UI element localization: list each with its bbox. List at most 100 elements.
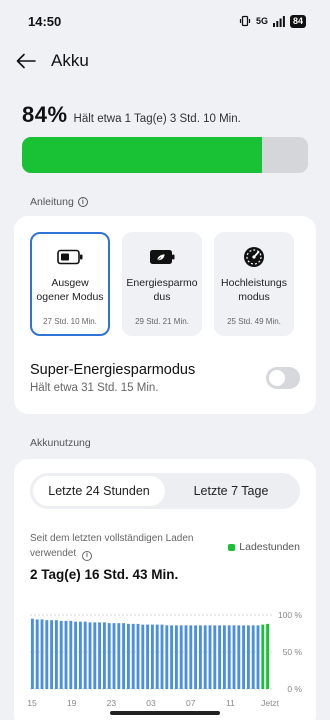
usage-bar (208, 625, 212, 689)
super-saver-row[interactable]: Super-Energiesparmodus Hält etwa 31 Std.… (14, 336, 316, 394)
info-icon: i (77, 197, 88, 207)
back-button[interactable] (14, 49, 38, 73)
mode-name: Ausgew ogener Modus (36, 277, 104, 303)
usage-bar (141, 624, 145, 689)
usage-bar (227, 625, 231, 689)
usage-bar (64, 620, 68, 689)
mode-balanced[interactable]: Ausgew ogener Modus 27 Std. 10 Min. (30, 232, 110, 336)
usage-bar (203, 625, 207, 689)
toggle-knob (269, 370, 285, 386)
usage-bar (170, 625, 174, 689)
home-indicator[interactable] (110, 711, 220, 715)
vibrate-icon (239, 15, 251, 27)
usage-bar (218, 625, 222, 689)
usage-range-tabs: Letzte 24 Stunden Letzte 7 Tage (30, 473, 300, 509)
usage-bar (246, 625, 250, 689)
usage-bar (155, 624, 159, 689)
usage-chart: 100 % 50 % 0 % 15 19 23 03 07 11 Jetzt (14, 605, 316, 709)
usage-bar (232, 625, 236, 689)
usage-bar (126, 623, 130, 689)
guide-label-text: Anleitung (30, 196, 74, 208)
legend-label: Ladestunden (239, 541, 300, 553)
speedometer-icon (243, 246, 265, 268)
usage-bar (189, 625, 193, 689)
app-header: Akku (0, 42, 330, 80)
super-saver-toggle[interactable] (266, 367, 300, 389)
usage-bar (112, 623, 116, 689)
usage-bar (146, 624, 150, 689)
battery-usage-card: Letzte 24 Stunden Letzte 7 Tage Seit dem… (14, 459, 316, 720)
y-tick-label: 50 % (283, 647, 303, 657)
usage-bar (50, 620, 54, 689)
signal-icon (272, 15, 285, 27)
info-icon[interactable]: i (81, 550, 92, 561)
usage-bar (150, 624, 154, 689)
usage-bar (69, 620, 73, 689)
usage-bar (102, 622, 106, 689)
status-icons: 5G 84 (239, 14, 306, 28)
battery-icon (57, 246, 83, 268)
battery-summary: 84% Hält etwa 1 Tag(e) 3 Std. 10 Min. (22, 102, 308, 173)
page-title: Akku (51, 51, 89, 70)
usage-bar (131, 623, 135, 689)
usage-bar (165, 625, 169, 689)
mode-list: Ausgew ogener Modus 27 Std. 10 Min. Ener… (14, 216, 316, 336)
network-label: 5G (255, 16, 268, 26)
battery-estimate: Hält etwa 1 Tag(e) 3 Std. 10 Min. (73, 113, 241, 125)
usage-bar (213, 625, 217, 689)
super-saver-estimate: Hält etwa 31 Std. 15 Min. (30, 382, 159, 394)
usage-bar (266, 623, 270, 689)
x-tick-label: 07 (186, 698, 196, 708)
x-tick-label: 23 (107, 698, 117, 708)
x-tick-label: Jetzt (261, 698, 280, 708)
super-saver-title: Super-Energiesparmodus (30, 362, 196, 378)
usage-bar (93, 622, 97, 689)
usage-bar (198, 625, 202, 689)
mode-high-performance[interactable]: Hochleistungs modus 25 Std. 49 Min. (214, 232, 294, 336)
mode-name: Energiesparmo dus (126, 277, 198, 303)
usage-bar (59, 620, 63, 689)
usage-caption-text: Seit dem letzten vollständigen Laden ver… (30, 533, 194, 559)
tab-last-7-days[interactable]: Letzte 7 Tage (165, 476, 297, 506)
usage-bar (54, 620, 58, 689)
usage-chart-svg: 100 % 50 % 0 % 15 19 23 03 07 11 Jetzt (27, 610, 303, 708)
usage-bar (30, 618, 34, 689)
mode-time: 29 Std. 21 Min. (135, 317, 189, 326)
usage-bar (184, 625, 188, 689)
mode-power-saving[interactable]: Energiesparmo dus 29 Std. 21 Min. (122, 232, 202, 336)
usage-bar (237, 625, 241, 689)
usage-bar (107, 623, 111, 689)
mode-time: 25 Std. 49 Min. (227, 317, 281, 326)
usage-bar (40, 619, 44, 689)
mode-time: 27 Std. 10 Min. (43, 317, 97, 326)
usage-bar (261, 624, 265, 689)
usage-bar (117, 623, 121, 689)
x-tick-label: 03 (146, 698, 156, 708)
chart-legend: Ladestunden (228, 533, 300, 561)
usage-bar (35, 619, 39, 689)
usage-bar (174, 625, 178, 689)
usage-bar (45, 620, 49, 689)
usage-bar (98, 622, 102, 689)
usage-bar (78, 621, 82, 689)
legend-swatch (228, 543, 236, 551)
usage-bar (160, 624, 164, 689)
y-tick-label: 0 % (287, 684, 302, 694)
usage-bar (88, 622, 92, 689)
battery-level-bar (22, 137, 308, 173)
usage-bar (136, 623, 140, 689)
usage-total: 2 Tag(e) 16 Std. 43 Min. (30, 567, 179, 582)
usage-caption: Seit dem letzten vollständigen Laden ver… (30, 531, 210, 561)
status-bar: 14:50 5G 84 (0, 0, 330, 42)
usage-meta: Seit dem letzten vollständigen Laden ver… (14, 509, 316, 561)
eco-battery-icon (149, 246, 175, 268)
tab-last-24-hours[interactable]: Letzte 24 Stunden (33, 476, 165, 506)
usage-bar (74, 621, 78, 689)
x-tick-label: 11 (226, 698, 235, 708)
battery-percent: 84% (22, 102, 68, 127)
mode-name: Hochleistungs modus (221, 277, 287, 303)
usage-bar (83, 621, 87, 689)
usage-label: Akkunutzung (30, 437, 91, 449)
usage-bar (194, 625, 198, 689)
guide-label[interactable]: Anleitung i (30, 196, 88, 208)
